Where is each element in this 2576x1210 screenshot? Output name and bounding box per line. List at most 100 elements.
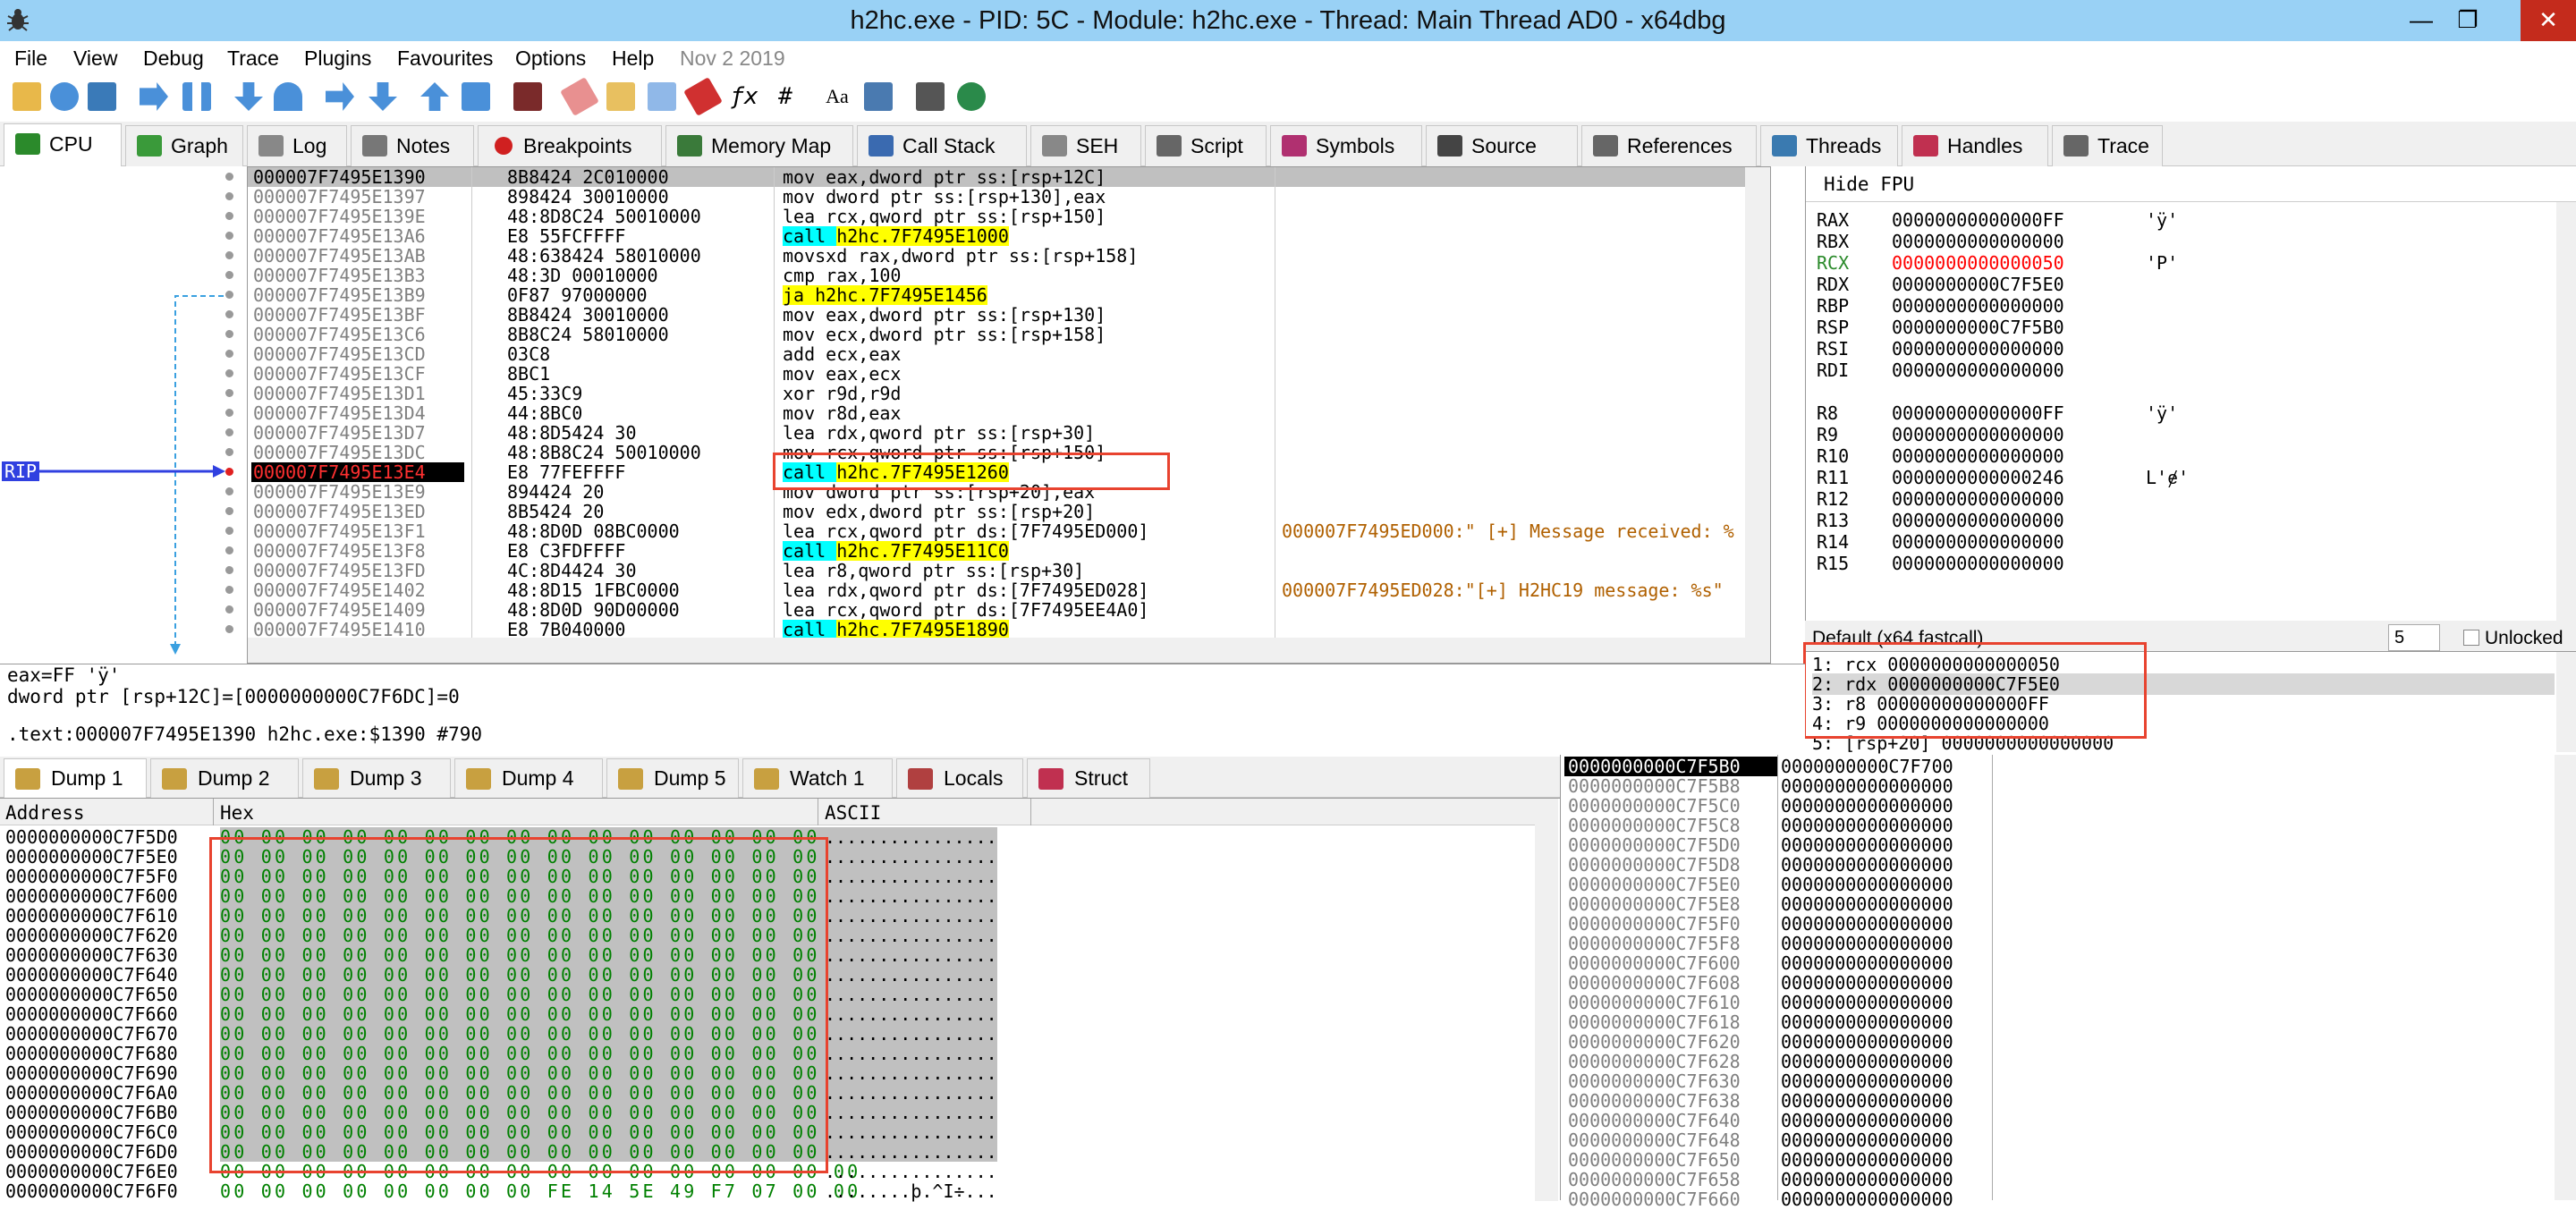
dump-address[interactable]: 0000000000C7F640 [5,965,178,985]
dump-address[interactable]: 0000000000C7F6D0 [5,1142,178,1162]
dump-address[interactable]: 0000000000C7F6C0 [5,1122,178,1142]
dump-ascii[interactable]: ................ [825,1103,997,1122]
disasm-row[interactable]: 000007F7495E13AB 48:638424 58010000 movsxd… [248,246,1770,266]
disasm-row[interactable]: 000007F7495E1410 E8 7B040000 call h2hc.7F7… [248,620,1770,639]
hide-fpu-button[interactable]: Hide FPU [1824,173,1914,195]
dump-ascii[interactable]: ................ [825,1004,997,1024]
menu-favourites[interactable]: Favourites [397,41,493,75]
stack-address[interactable]: 0000000000C7F5C8 [1568,816,1741,835]
dump-address[interactable]: 0000000000C7F6F0 [5,1181,178,1201]
disasm-horizontal-scrollbar[interactable] [248,638,1747,663]
comments-icon[interactable] [606,82,635,111]
register-value[interactable]: 00000000000000FF [1892,209,2064,231]
breakpoint-slot[interactable] [225,487,233,495]
menu-file[interactable]: File [14,41,47,75]
hash-icon[interactable]: # [771,82,800,111]
disasm-row[interactable]: 000007F7495E13D7 48:8D5424 30 lea rdx,qwor… [248,423,1770,443]
disasm-row[interactable]: 000007F7495E1402 48:8D15 1FBC0000 lea rdx,… [248,580,1770,600]
stack-value[interactable]: 0000000000000000 [1781,1150,1953,1170]
registers-scrollbar[interactable] [2556,202,2576,621]
register-name[interactable]: R11 [1817,467,1849,488]
unlocked-checkbox[interactable] [2463,630,2479,646]
breakpoint-slot[interactable] [225,291,233,299]
arguments-scrollbar[interactable] [2556,652,2576,752]
tab-locals[interactable]: Locals [896,758,1023,798]
breakpoint-slot[interactable] [225,507,233,515]
breakpoint-slot[interactable] [225,448,233,456]
tab-call-stack[interactable]: Call Stack [857,125,1027,166]
dump-ascii[interactable]: ................ [825,1083,997,1103]
tab-script[interactable]: Script [1145,125,1267,166]
dump-ascii[interactable]: ................ [825,1024,997,1044]
dump-address[interactable]: 0000000000C7F680 [5,1044,178,1063]
arg-count-spinner[interactable]: 5 [2388,624,2440,651]
dump-address[interactable]: 0000000000C7F5E0 [5,847,178,867]
stack-value[interactable]: 0000000000000000 [1781,1189,1953,1209]
tab-source[interactable]: Source [1426,125,1578,166]
stack-value[interactable]: 0000000000000000 [1781,914,1953,934]
stack-address[interactable]: 0000000000C7F628 [1568,1052,1741,1071]
tab-notes[interactable]: Notes [351,125,474,166]
register-name[interactable]: R14 [1817,531,1849,553]
stack-value[interactable]: 0000000000000000 [1781,1111,1953,1130]
register-value[interactable]: 0000000000000000 [1892,488,2064,510]
register-value[interactable]: 0000000000000000 [1892,424,2064,445]
register-value[interactable]: 0000000000000000 [1892,338,2064,360]
dump-scrollbar[interactable] [1535,799,1558,1201]
stack-address[interactable]: 0000000000C7F650 [1568,1150,1741,1170]
stack-value[interactable]: 0000000000000000 [1781,1071,1953,1091]
tab-seh[interactable]: SEH [1030,125,1141,166]
maximize-button[interactable]: ❐ [2440,0,2496,41]
stack-value[interactable]: 0000000000000000 [1781,1032,1953,1052]
register-name[interactable]: RBP [1817,295,1849,317]
close-button[interactable]: ✕ [2521,0,2576,41]
stack-address[interactable]: 0000000000C7F5F8 [1568,934,1741,953]
tab-dump-2[interactable]: Dump 2 [150,758,299,798]
breakpoint-slot[interactable] [225,389,233,397]
breakpoint-slot[interactable] [225,192,233,200]
stack-address[interactable]: 0000000000C7F600 [1568,953,1741,973]
column-hex[interactable]: Hex [220,802,254,824]
scylla-icon[interactable] [513,82,542,111]
stack-value[interactable]: 0000000000000000 [1781,1130,1953,1150]
register-value[interactable]: 0000000000C7F5E0 [1892,274,2064,295]
disasm-row[interactable]: 000007F7495E13C6 8B8C24 58010000 mov ecx,d… [248,325,1770,344]
breakpoint-slot[interactable] [225,232,233,240]
labels-icon[interactable] [648,82,676,111]
menu-view[interactable]: View [73,41,117,75]
stack-address[interactable]: 0000000000C7F638 [1568,1091,1741,1111]
register-value[interactable]: 0000000000000000 [1892,510,2064,531]
dump-ascii[interactable]: ................ [825,1142,997,1162]
register-name[interactable]: RBX [1817,231,1849,252]
functions-icon[interactable]: ƒx [730,82,758,111]
dump-ascii[interactable]: ................ [825,985,997,1004]
stack-value[interactable]: 0000000000000000 [1781,1012,1953,1032]
register-value[interactable]: 0000000000000050 [1892,252,2064,274]
stack-address[interactable]: 0000000000C7F608 [1568,973,1741,993]
disasm-row[interactable]: 000007F7495E1390 8B8424 2C010000 mov eax,d… [248,167,1770,187]
register-value[interactable]: 0000000000000000 [1892,531,2064,553]
tab-log[interactable]: Log [247,125,347,166]
stack-scrollbar[interactable] [2555,755,2576,1200]
tab-struct[interactable]: Struct [1027,758,1150,798]
stack-value[interactable]: 0000000000000000 [1781,1170,1953,1189]
dump-address[interactable]: 0000000000C7F630 [5,945,178,965]
register-value[interactable]: 0000000000000000 [1892,360,2064,381]
tab-dump-1[interactable]: Dump 1 [4,758,147,798]
register-value[interactable]: 0000000000000000 [1892,445,2064,467]
stack-value[interactable]: 0000000000000000 [1781,993,1953,1012]
tab-dump-3[interactable]: Dump 3 [302,758,451,798]
dump-ascii[interactable]: ................ [825,1044,997,1063]
register-value[interactable]: 0000000000000000 [1892,295,2064,317]
tab-trace[interactable]: Trace [2052,125,2163,166]
register-name[interactable]: RSI [1817,338,1849,360]
restart-icon[interactable] [50,82,79,111]
registers-panel[interactable]: Hide FPU RAX 00000000000000FF 'ÿ' RBX 000000… [1805,166,2576,621]
breakpoint-slot[interactable] [225,173,233,181]
disasm-row[interactable]: 000007F7495E1409 48:8D0D 90D00000 lea rcx,… [248,600,1770,620]
dump-ascii[interactable]: ................ [825,1063,997,1083]
breakpoint-slot[interactable] [225,527,233,535]
disasm-row[interactable]: 000007F7495E13FD 4C:8D4424 30 lea r8,qword… [248,561,1770,580]
open-icon[interactable] [13,82,41,111]
stack-address[interactable]: 0000000000C7F5C0 [1568,796,1741,816]
